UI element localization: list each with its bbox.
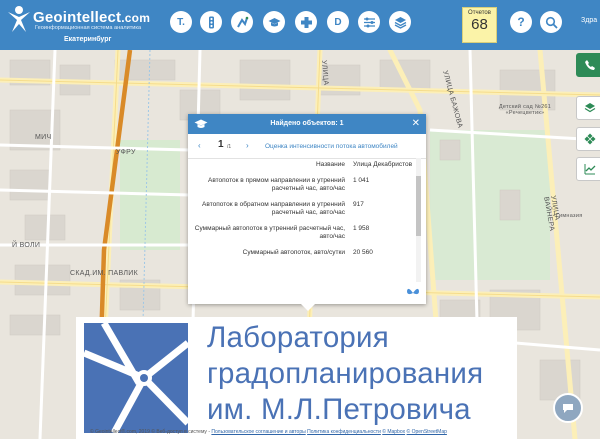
map-label-ufa: УФРУ	[116, 149, 136, 156]
education-button[interactable]	[263, 11, 285, 33]
popup-title: Найдено объектов: 1	[270, 120, 344, 127]
attribute-value: 1 958	[353, 225, 370, 232]
scrollbar-thumb[interactable]	[416, 176, 421, 236]
search-button[interactable]	[540, 11, 562, 33]
attribute-table: Название Улица Декабристов Автопоток в пр…	[188, 158, 416, 282]
reports-counter[interactable]: Отчетов 68	[462, 7, 497, 43]
lab-banner: Лаборатория градопланирования им. М.Л.Пе…	[76, 317, 517, 439]
lab-logo	[84, 323, 188, 433]
help-button[interactable]: ?	[510, 11, 532, 33]
attribute-value: 917	[353, 201, 364, 208]
attribute-key: Название	[315, 161, 345, 168]
graduation-cap-icon	[194, 119, 208, 128]
brand-name: Geointellect.com	[33, 9, 151, 26]
map-label-voli: Й ВОЛИ	[12, 242, 41, 249]
popup-header: Найдено объектов: 1 ✕	[188, 114, 426, 134]
user-greeting[interactable]: Здра	[581, 17, 597, 24]
close-icon[interactable]: ✕	[412, 114, 420, 134]
page-total: /1	[227, 144, 232, 150]
popup-pointer	[301, 304, 315, 311]
table-row: Автопоток в прямом направлении в утренни…	[188, 177, 416, 193]
phone-icon	[585, 60, 595, 70]
osm-link[interactable]: © OpenStreetMap	[407, 429, 447, 435]
table-row: Суммарный автопоток в утренний расчетный…	[188, 225, 416, 241]
graduation-cap-icon	[268, 17, 280, 26]
brand-tagline: Геоинформационная система аналитика	[35, 25, 142, 31]
phone-button[interactable]	[576, 53, 600, 77]
medical-cross-icon	[300, 16, 312, 28]
current-page: 1	[218, 139, 224, 150]
traffic-light-icon	[208, 16, 214, 28]
chart-button[interactable]	[576, 157, 600, 181]
medical-button[interactable]	[295, 11, 317, 33]
map-label-mich: МИЧ	[35, 134, 52, 141]
chat-widget-button[interactable]	[553, 393, 583, 423]
filters-button[interactable]	[358, 11, 380, 33]
table-row: Название Улица Декабристов	[188, 161, 416, 169]
attribute-key: Автопоток в прямом направлении в утренни…	[207, 177, 345, 192]
lab-title-line: градопланирования	[207, 357, 484, 390]
mapbox-link[interactable]: © Mapbox	[382, 429, 405, 435]
traffic-light-button[interactable]	[200, 11, 222, 33]
map-label-pavlik: СКАД.ИМ. ПАВЛИК	[70, 270, 138, 277]
diamond-grid-icon	[584, 133, 596, 145]
terms-link[interactable]: Пользовательское соглашение и авторы	[211, 429, 305, 435]
sliders-icon	[363, 17, 375, 27]
attribute-key: Автопоток в обратном направлении в утрен…	[202, 201, 345, 216]
attribute-value: 1 041	[353, 177, 370, 184]
copyright-text: © Geointellect®.com, 2019 © Веб-доступ в…	[90, 429, 210, 435]
transform-button[interactable]	[231, 11, 253, 33]
lab-title: Лаборатория градопланирования им. М.Л.Пе…	[207, 317, 512, 428]
butterfly-icon[interactable]	[406, 288, 420, 298]
next-page-icon[interactable]: ›	[246, 141, 249, 150]
lab-title-line: им. М.Л.Петровича	[207, 393, 471, 426]
lab-title-line: Лаборатория	[207, 321, 389, 354]
logo-figure-icon	[8, 6, 30, 32]
layers-icon	[394, 16, 406, 29]
popup-scrollbar[interactable]	[416, 158, 421, 282]
text-tool-icon: T.	[177, 16, 185, 28]
grid-layers-button[interactable]	[576, 127, 600, 151]
map-label-gymnasium: Гимназия	[556, 213, 583, 219]
popup-pager: ‹ 1 /1 › Оценка интенсивности потока авт…	[188, 134, 426, 159]
map-label-kindergarten: Детский сад №261 «Речецветик»	[498, 104, 552, 116]
table-row: Автопоток в обратном направлении в утрен…	[188, 201, 416, 217]
footer: © Geointellect®.com, 2019 © Веб-доступ в…	[90, 429, 447, 435]
d-button[interactable]: D	[327, 11, 349, 33]
reports-count: 68	[471, 16, 488, 33]
attribute-key: Суммарный автопоток в утренний расчетный…	[194, 225, 345, 240]
layers-stack-icon	[584, 103, 596, 113]
layers-button[interactable]	[389, 11, 411, 33]
prev-page-icon[interactable]: ‹	[198, 141, 201, 150]
privacy-link[interactable]: Политика конфиденциальности	[307, 429, 381, 435]
object-info-popup: Найдено объектов: 1 ✕ ‹ 1 /1 › Оценка ин…	[188, 114, 426, 311]
line-chart-icon	[584, 164, 596, 175]
text-tool-button[interactable]: T.	[170, 11, 192, 33]
search-icon	[545, 16, 558, 29]
table-row: Суммарный автопоток, авто/сутки 20 560	[188, 249, 416, 257]
layers-panel-button[interactable]	[576, 96, 600, 120]
attribute-value: Улица Декабристов	[353, 161, 413, 168]
city-selector[interactable]: Екатеринбург	[64, 36, 111, 43]
help-icon: ?	[517, 15, 525, 29]
top-bar: Geointellect.com Геоинформационная систе…	[0, 0, 600, 50]
chat-icon	[563, 404, 573, 413]
attribute-value: 20 560	[353, 249, 373, 256]
object-layer-link[interactable]: Оценка интенсивности потока автомобилей	[265, 143, 398, 150]
attribute-key: Суммарный автопоток, авто/сутки	[242, 249, 345, 256]
d-letter-icon: D	[334, 16, 342, 28]
layers-transform-icon	[236, 16, 248, 27]
